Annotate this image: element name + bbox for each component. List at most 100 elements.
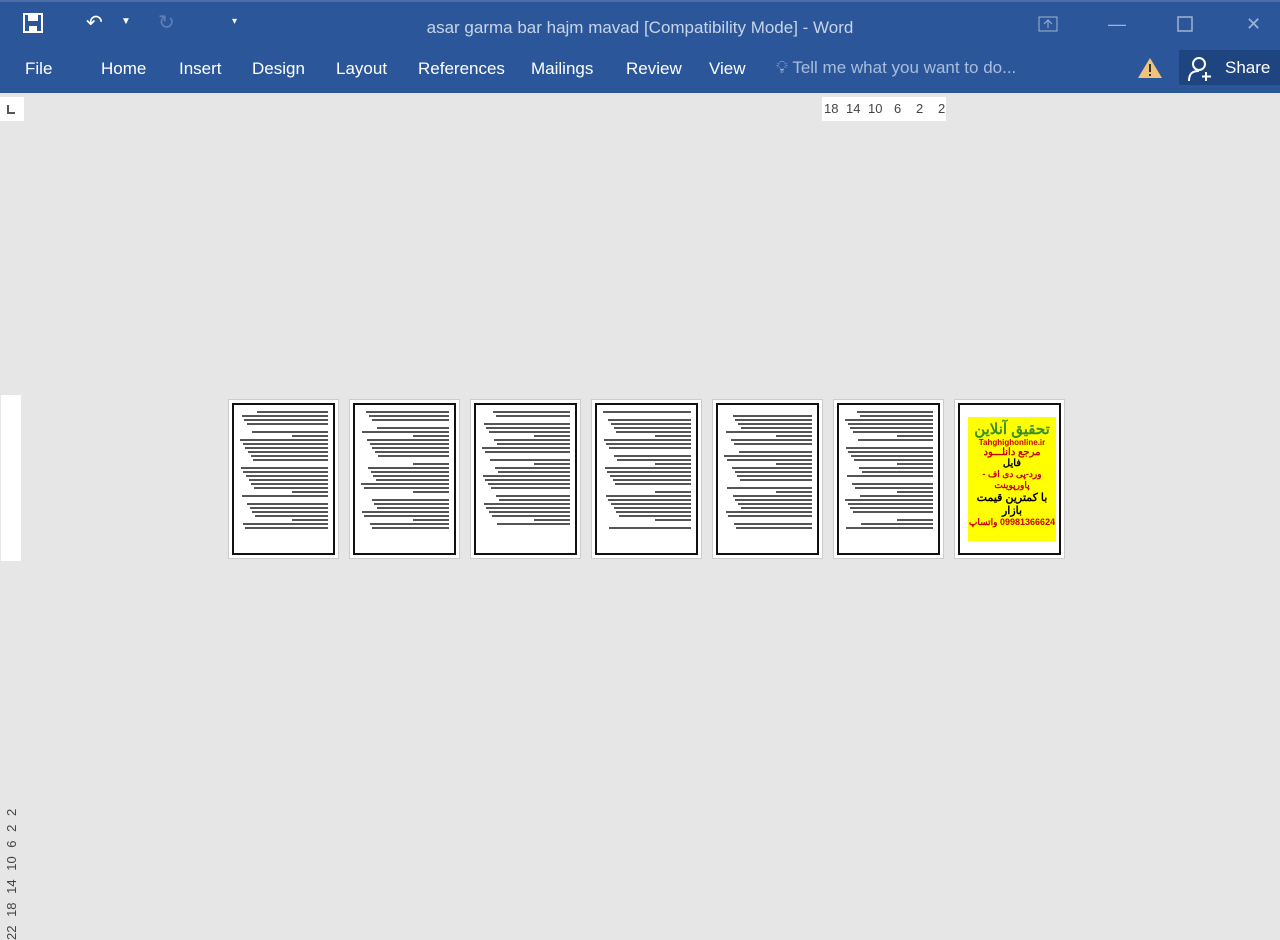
text-line xyxy=(247,451,328,453)
text-line xyxy=(844,499,933,501)
ad-line: مرجع دانلـــود xyxy=(983,447,1041,458)
text-line xyxy=(239,439,328,441)
text-line xyxy=(614,455,691,457)
tab-home[interactable]: Home xyxy=(101,59,146,79)
text-line xyxy=(851,455,933,457)
text-line xyxy=(604,467,691,469)
text-line xyxy=(846,475,933,477)
text-line xyxy=(612,479,691,481)
text-line xyxy=(413,491,449,493)
text-line xyxy=(484,451,570,453)
text-line xyxy=(735,499,812,501)
text-line xyxy=(860,523,933,525)
page-4[interactable] xyxy=(591,399,702,559)
text-line xyxy=(845,447,933,449)
text-line xyxy=(740,427,812,429)
text-line xyxy=(853,459,933,461)
ad-line: ورد-پی دی اف - پاورپوینت xyxy=(982,469,1042,490)
minimize-icon[interactable]: — xyxy=(1108,14,1126,35)
tab-references[interactable]: References xyxy=(418,59,505,79)
text-line xyxy=(618,515,691,517)
text-line xyxy=(372,527,449,529)
text-line xyxy=(413,519,449,521)
text-line xyxy=(248,479,328,481)
ad-line: 09981366624 واتساپ xyxy=(968,517,1056,527)
text-line xyxy=(655,463,691,465)
text-line xyxy=(736,527,812,529)
tab-view[interactable]: View xyxy=(709,59,746,79)
text-line xyxy=(496,495,570,497)
text-line xyxy=(483,423,570,425)
page-6[interactable] xyxy=(833,399,944,559)
text-line xyxy=(371,499,449,501)
text-line xyxy=(247,423,328,425)
text-line xyxy=(850,427,933,429)
page-5[interactable] xyxy=(712,399,823,559)
horizontal-ruler[interactable]: 18 14 10 6 2 2 xyxy=(822,97,946,121)
tab-mailings[interactable]: Mailings xyxy=(531,59,593,79)
text-line xyxy=(613,507,691,509)
page-7[interactable]: تحقیق آنلاین Tahghighonline.ir مرجع دانل… xyxy=(954,399,1065,559)
text-line xyxy=(245,527,328,529)
ad-title: تحقیق آنلاین xyxy=(974,421,1050,438)
text-line xyxy=(367,439,449,441)
text-line xyxy=(615,483,691,485)
page-3[interactable] xyxy=(470,399,581,559)
text-line xyxy=(607,471,691,473)
text-line xyxy=(852,483,933,485)
text-line xyxy=(249,507,328,509)
tab-selector[interactable] xyxy=(0,97,24,121)
maximize-icon[interactable] xyxy=(1177,16,1193,37)
text-line xyxy=(247,503,328,505)
text-line xyxy=(850,507,933,509)
warning-icon[interactable] xyxy=(1137,56,1163,80)
ribbon-display-icon[interactable] xyxy=(1038,16,1058,37)
page-2[interactable] xyxy=(349,399,460,559)
share-button[interactable]: Share xyxy=(1179,50,1280,85)
text-line xyxy=(848,451,933,453)
lightbulb-icon: 💡︎ xyxy=(776,58,788,77)
text-line xyxy=(655,491,691,493)
tab-design[interactable]: Design xyxy=(252,59,305,79)
text-line xyxy=(860,495,933,497)
text-line xyxy=(534,519,570,521)
text-line xyxy=(776,463,812,465)
text-line xyxy=(366,411,449,413)
text-line xyxy=(852,511,933,513)
text-line xyxy=(486,507,570,509)
text-line xyxy=(377,455,449,457)
text-line xyxy=(726,459,812,461)
text-line xyxy=(376,507,449,509)
text-line xyxy=(732,495,812,497)
tab-file[interactable]: File xyxy=(25,59,52,79)
text-line xyxy=(241,415,328,417)
text-line xyxy=(858,439,933,441)
text-line xyxy=(731,467,812,469)
text-line xyxy=(610,503,691,505)
text-line xyxy=(240,467,328,469)
text-line xyxy=(847,423,933,425)
ruler-label: 2 xyxy=(938,101,946,116)
close-icon[interactable]: ✕ xyxy=(1246,14,1261,35)
text-line xyxy=(376,479,449,481)
text-line xyxy=(738,423,812,425)
tell-me-search[interactable]: 💡︎ Tell me what you want to do... xyxy=(776,58,1016,78)
tab-review[interactable]: Review xyxy=(626,59,682,79)
text-line xyxy=(373,475,449,477)
text-line xyxy=(364,515,449,517)
tab-layout[interactable]: Layout xyxy=(336,59,387,79)
text-line xyxy=(496,415,570,417)
text-line xyxy=(738,503,812,505)
vertical-ruler[interactable]: 22 18 14 10 6 2 2 xyxy=(1,395,21,940)
text-line xyxy=(243,471,328,473)
title-bar: ↶ ▼ ↻ ▾ asar garma bar hajm mavad [Compa… xyxy=(0,0,1280,48)
text-line xyxy=(897,491,933,493)
page-1[interactable] xyxy=(228,399,339,559)
text-line xyxy=(368,415,449,417)
text-line xyxy=(739,451,812,453)
text-line xyxy=(857,411,933,413)
text-line xyxy=(728,515,812,517)
text-line xyxy=(376,427,449,429)
tab-insert[interactable]: Insert xyxy=(179,59,222,79)
ruler-label: 6 xyxy=(894,101,902,116)
